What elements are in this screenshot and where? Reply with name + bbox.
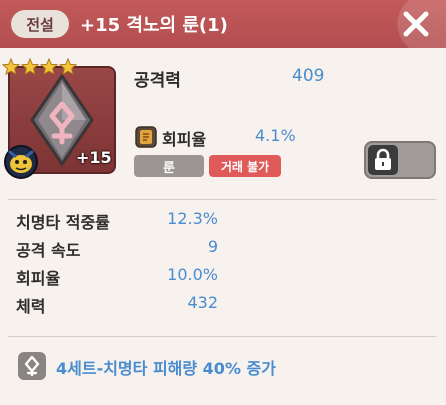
set-effect-badge: [18, 352, 46, 380]
sub-stat-badge: [134, 125, 158, 149]
stat-label: 치명타 적중률: [16, 213, 110, 232]
header-bar: 전설 +15 격노의 룬(1): [0, 0, 446, 48]
lock-knob[interactable]: [368, 145, 398, 175]
divider-bottom: [8, 336, 436, 337]
stat-row: 체력 432: [16, 293, 226, 321]
pet-avatar-icon: [4, 145, 38, 179]
set-effect-text: 4세트-치명타 피해량 40% 증가: [56, 359, 276, 378]
star-rating: [2, 58, 77, 76]
divider-top: [8, 199, 436, 200]
stat-value: 12.3%: [167, 209, 218, 228]
sub-stat-value: 4.1%: [255, 126, 296, 145]
lock-toggle[interactable]: [364, 141, 436, 179]
stat-label: 공격 속도: [16, 241, 81, 260]
rune-set-icon: [24, 355, 40, 377]
main-stat-value: 409: [292, 66, 325, 86]
star-icon: [2, 58, 20, 76]
item-type-tag: 룬: [134, 155, 204, 177]
star-icon: [59, 58, 77, 76]
stat-label: 회피율: [16, 269, 61, 288]
evasion-stat-icon: [135, 126, 157, 148]
stat-label: 체력: [16, 297, 46, 316]
trade-restriction-tag: 거래 불가: [209, 155, 281, 177]
pet-avatar: [2, 142, 40, 180]
star-icon: [21, 58, 39, 76]
stat-row: 치명타 적중률 12.3%: [16, 209, 226, 237]
item-title: +15 격노의 룬(1): [80, 15, 228, 36]
stat-list: 치명타 적중률 12.3% 공격 속도 9 회피율 10.0% 체력 432: [16, 209, 226, 321]
close-button[interactable]: [400, 8, 432, 40]
rune-level: +15: [76, 148, 112, 167]
stat-row: 회피율 10.0%: [16, 265, 226, 293]
stat-row: 공격 속도 9: [16, 237, 226, 265]
star-icon: [40, 58, 58, 76]
close-icon[interactable]: [402, 10, 430, 38]
lock-icon: [375, 148, 391, 170]
grade-badge: 전설: [11, 10, 69, 38]
rune-detail-panel: 전설 +15 격노의 룬(1) +15 공격력 409 회피율 4.1% 룬 거…: [0, 0, 446, 405]
stat-value: 10.0%: [167, 265, 218, 284]
main-stat-label: 공격력: [134, 71, 181, 91]
stat-value: 432: [187, 293, 218, 312]
stat-value: 9: [207, 237, 218, 256]
sub-stat-label: 회피율: [162, 130, 207, 149]
